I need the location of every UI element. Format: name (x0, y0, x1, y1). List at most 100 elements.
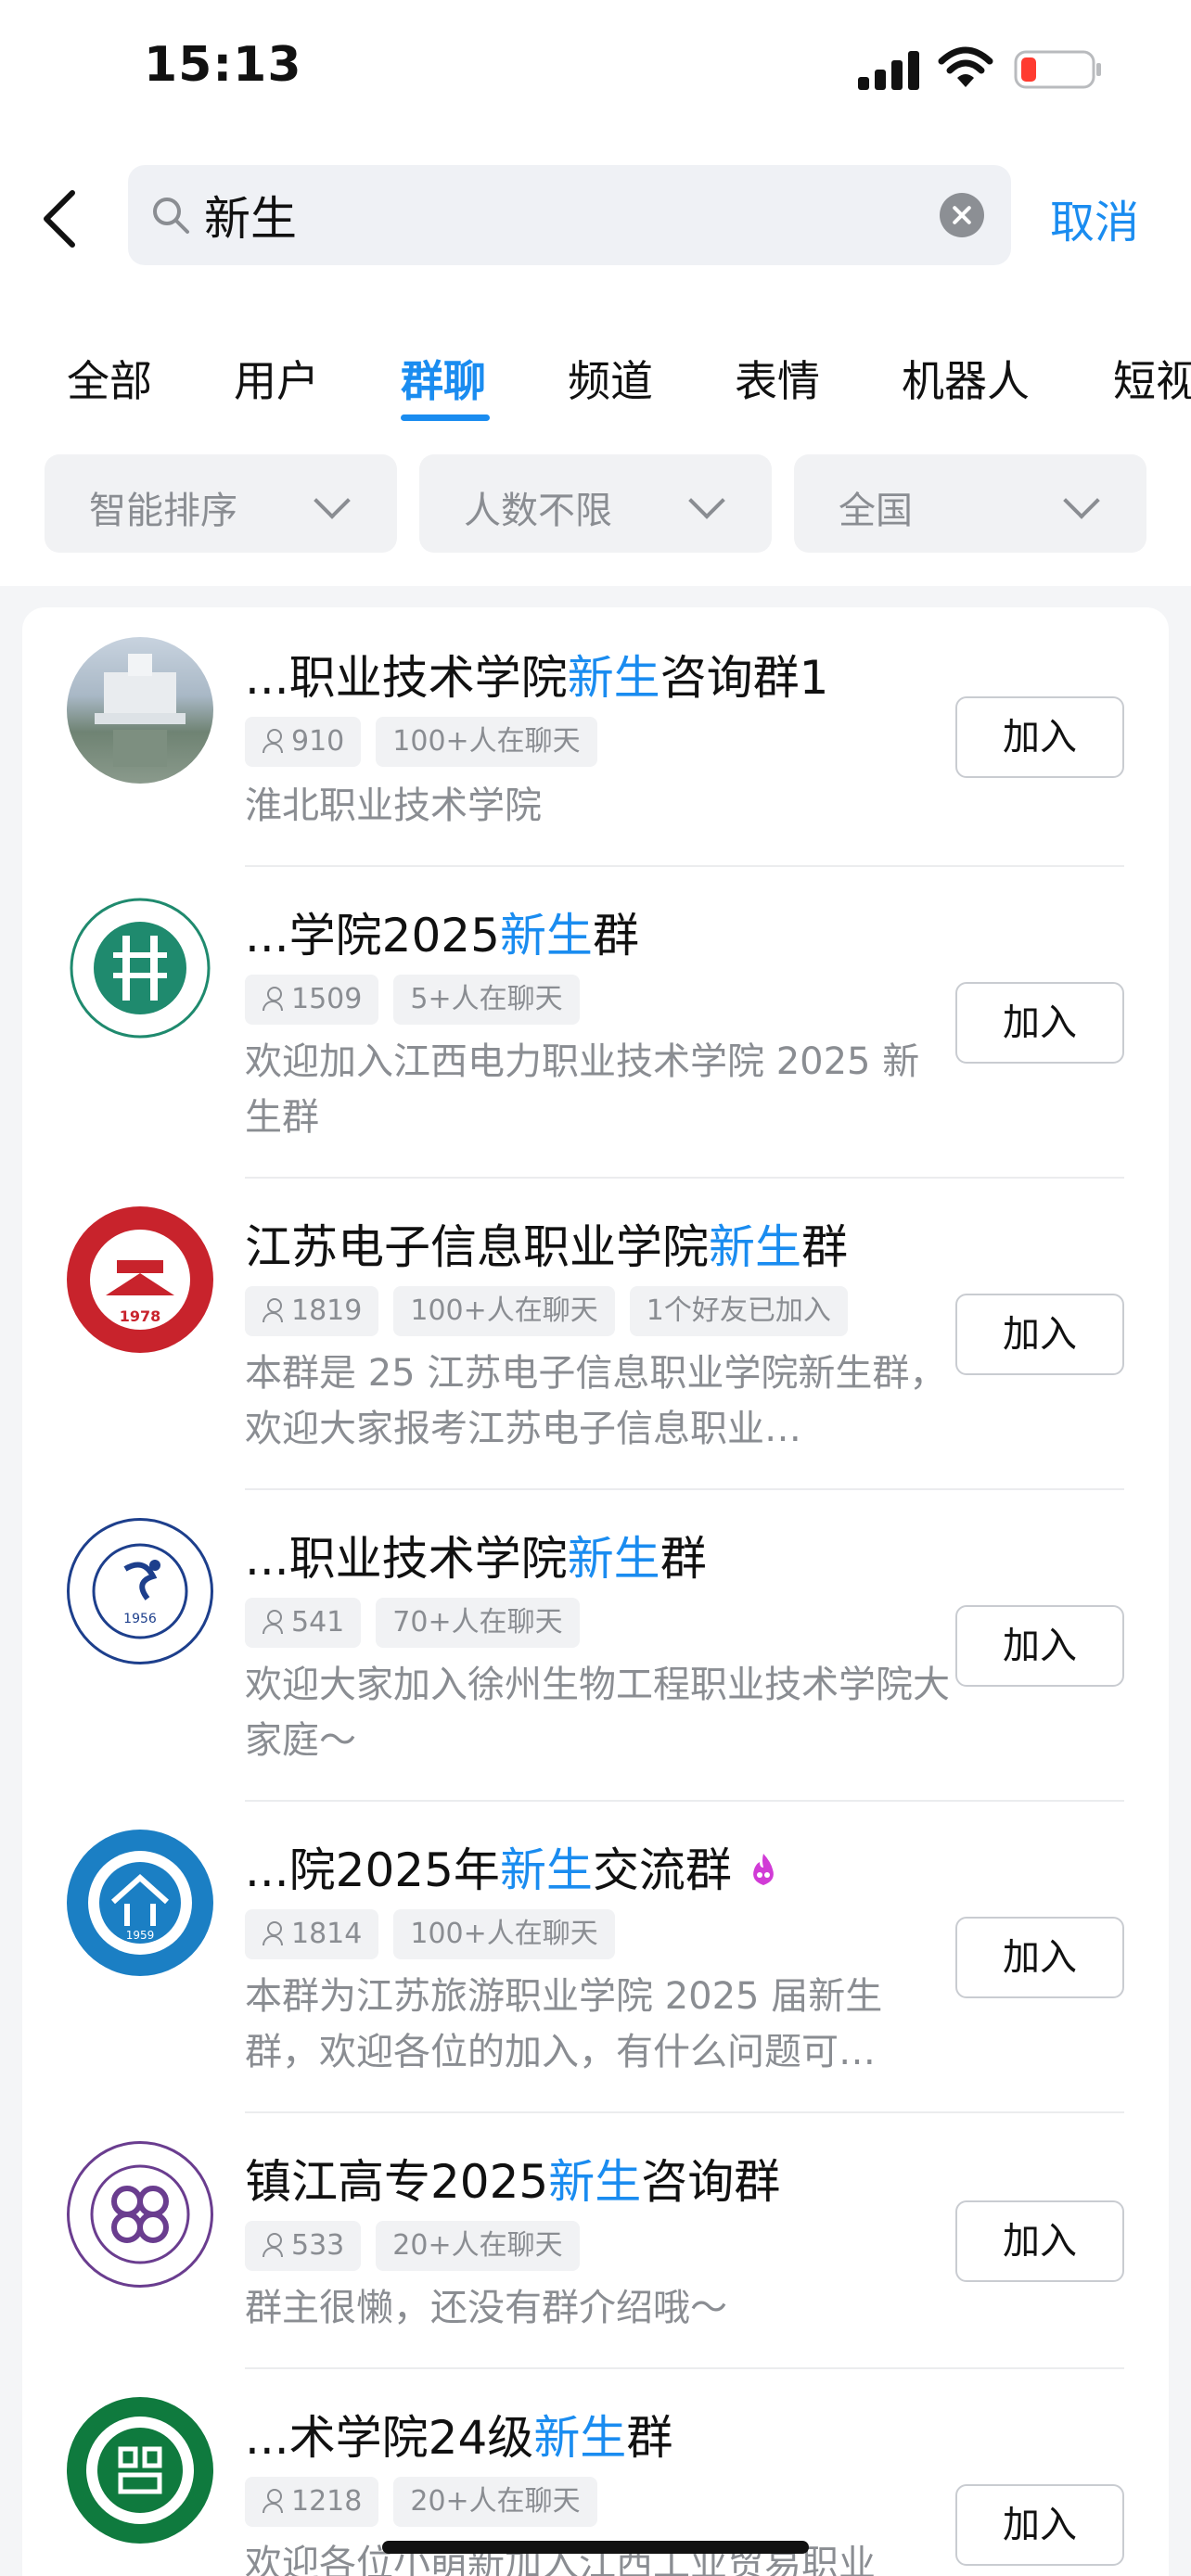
status-time: 15:13 (144, 37, 302, 93)
member-count-badge: 541 (245, 1598, 362, 1648)
group-avatar: 1956 (67, 1518, 213, 1664)
person-icon (262, 728, 284, 754)
group-tags: 1819 100+人在聊天 1个好友已加入 (245, 1286, 863, 1336)
group-result-item[interactable]: 1978 江苏电子信息职业学院新生群 1819 100+人在聊天 1个好友已加入 本… (22, 1179, 1169, 1490)
group-avatar (67, 637, 213, 784)
member-count-filter-dropdown[interactable]: 人数不限 (419, 454, 772, 553)
group-result-item[interactable]: 镇江高专2025新生咨询群 533 20+人在聊天 群主很懒，还没有群介绍哦～ 加… (22, 2113, 1169, 2369)
chatting-badge: 100+人在聊天 (393, 1909, 615, 1959)
avatar-year: 1978 (120, 1307, 161, 1325)
group-description: 欢迎大家加入徐州生物工程职业技术学院大家庭～ (245, 1664, 950, 1762)
back-chevron-icon[interactable] (35, 185, 87, 252)
join-button[interactable]: 加入 (955, 1294, 1124, 1375)
clear-search-icon[interactable] (940, 193, 984, 237)
tab-channels[interactable]: 频道 (568, 348, 653, 409)
join-button[interactable]: 加入 (955, 696, 1124, 778)
group-description: 本群是 25 江苏电子信息职业学院新生群，欢迎大家报考江苏电子信息职业… (245, 1352, 947, 1450)
group-tags: 1814 100+人在聊天 (245, 1909, 630, 1959)
filter-label: 人数不限 (464, 490, 612, 532)
tab-users[interactable]: 用户 (234, 348, 319, 409)
group-title: ...术学院24级新生群 (245, 2411, 673, 2465)
filter-label: 智能排序 (89, 490, 237, 532)
member-count-badge: 1814 (245, 1909, 379, 1959)
search-box[interactable] (128, 165, 1011, 265)
group-results-list: ...职业技术学院新生咨询群1 910 100+人在聊天 淮北职业技术学院 加入 (22, 607, 1169, 2576)
chatting-badge: 5+人在聊天 (393, 975, 580, 1025)
member-count-badge: 910 (245, 717, 362, 767)
group-title: 镇江高专2025新生咨询群 (245, 2155, 781, 2209)
group-tags: 533 20+人在聊天 (245, 2221, 595, 2271)
region-filter-dropdown[interactable]: 全国 (794, 454, 1146, 553)
category-tabs: 全部 用户 群聊 频道 表情 机器人 短视 (0, 297, 1191, 427)
chevron-down-icon (1063, 482, 1100, 519)
group-description: 本群为江苏旅游职业学院 2025 届新生群，欢迎各位的加入，有什么问题可… (245, 1975, 883, 2073)
group-description: 淮北职业技术学院 (245, 784, 542, 827)
join-button[interactable]: 加入 (955, 2200, 1124, 2282)
group-title: ...院2025年新生交流群 (245, 1833, 782, 1900)
group-result-item[interactable]: 1959 ...院2025年新生交流群 1814 100+人在聊天 本群为江苏旅游… (22, 1802, 1169, 2113)
group-avatar (67, 895, 213, 1041)
active-flame-icon (753, 1854, 774, 1885)
group-avatar: 1959 (67, 1830, 213, 1976)
group-result-item[interactable]: ...职业技术学院新生咨询群1 910 100+人在聊天 淮北职业技术学院 加入 (22, 607, 1169, 867)
home-indicator (382, 2541, 809, 2554)
group-title: 江苏电子信息职业学院新生群 (245, 1220, 848, 1274)
chatting-badge: 20+人在聊天 (376, 2221, 580, 2271)
group-tags: 1218 20+人在聊天 (245, 2477, 612, 2527)
group-avatar (67, 2141, 213, 2288)
search-header: 取消 (0, 139, 1191, 297)
active-tab-indicator (401, 414, 490, 421)
group-avatar: 1978 (67, 1206, 213, 1353)
cellular-signal-icon (858, 51, 919, 90)
chatting-badge: 70+人在聊天 (376, 1598, 580, 1648)
person-icon (262, 1297, 284, 1323)
chevron-down-icon (688, 482, 725, 519)
join-button[interactable]: 加入 (955, 1917, 1124, 1998)
tab-bots[interactable]: 机器人 (902, 348, 1030, 409)
filter-label: 全国 (839, 490, 913, 532)
group-title: ...职业技术学院新生群 (245, 1532, 707, 1586)
tab-group-chats[interactable]: 群聊 (401, 348, 486, 409)
tab-stickers[interactable]: 表情 (735, 348, 820, 409)
person-icon (262, 986, 284, 1012)
group-avatar (67, 2397, 213, 2544)
person-icon (262, 1609, 284, 1635)
chatting-badge: 20+人在聊天 (393, 2477, 597, 2527)
sort-filter-dropdown[interactable]: 智能排序 (45, 454, 397, 553)
group-description: 群主很懒，还没有群介绍哦～ (245, 2287, 727, 2329)
avatar-year: 1956 (123, 1612, 157, 1626)
tab-short-videos[interactable]: 短视 (1113, 348, 1191, 409)
group-title: ...学院2025新生群 (245, 909, 639, 963)
member-count-badge: 1218 (245, 2477, 379, 2527)
cancel-button[interactable]: 取消 (1050, 185, 1139, 250)
person-icon (262, 1920, 284, 1946)
wifi-icon (938, 46, 993, 87)
member-count-badge: 1819 (245, 1286, 379, 1336)
join-button[interactable]: 加入 (955, 982, 1124, 1064)
person-icon (262, 2488, 284, 2514)
group-tags: 541 70+人在聊天 (245, 1598, 595, 1648)
friends-joined-badge: 1个好友已加入 (629, 1286, 848, 1336)
join-button[interactable]: 加入 (955, 1605, 1124, 1687)
chatting-badge: 100+人在聊天 (376, 717, 597, 767)
avatar-year: 1959 (126, 1929, 155, 1942)
group-tags: 910 100+人在聊天 (245, 717, 612, 767)
group-description: 欢迎加入江西电力职业技术学院 2025 新生群 (245, 1040, 920, 1139)
battery-icon (1014, 50, 1101, 89)
person-icon (262, 2232, 284, 2258)
join-button[interactable]: 加入 (955, 2484, 1124, 2566)
filter-bar: 智能排序 人数不限 全国 (0, 427, 1191, 586)
chevron-down-icon (314, 482, 351, 519)
chatting-badge: 100+人在聊天 (393, 1286, 615, 1336)
status-bar: 15:13 (0, 0, 1191, 139)
group-result-item[interactable]: ...学院2025新生群 1509 5+人在聊天 欢迎加入江西电力职业技术学院 2… (22, 867, 1169, 1179)
search-input[interactable] (204, 182, 946, 249)
tab-all[interactable]: 全部 (67, 348, 152, 409)
screen: 15:13 取消 全部 (0, 0, 1191, 2576)
member-count-badge: 1509 (245, 975, 379, 1025)
search-icon (153, 198, 189, 234)
group-result-item[interactable]: 1956 ...职业技术学院新生群 541 70+人在聊天 欢迎大家加入徐州生物工… (22, 1490, 1169, 1802)
group-tags: 1509 5+人在聊天 (245, 975, 595, 1025)
group-title: ...职业技术学院新生咨询群1 (245, 651, 829, 705)
member-count-badge: 533 (245, 2221, 362, 2271)
